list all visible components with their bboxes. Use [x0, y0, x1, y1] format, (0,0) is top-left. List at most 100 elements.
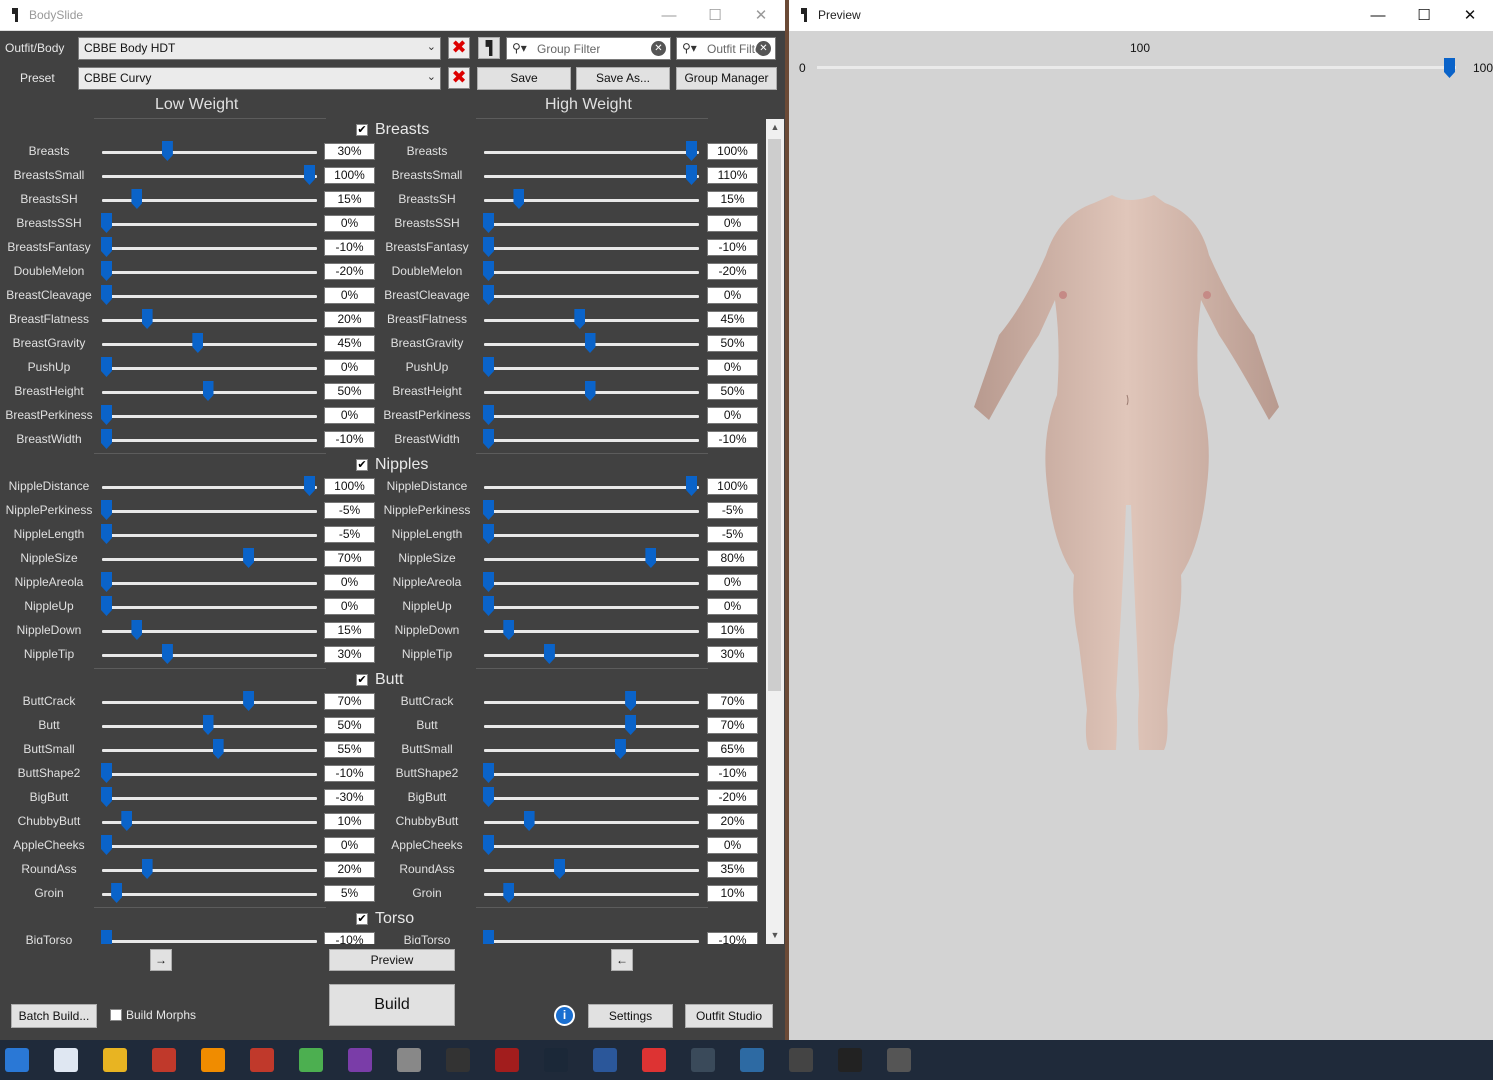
- slider-value-high[interactable]: -10%: [707, 431, 758, 448]
- slider-track-low[interactable]: [102, 247, 317, 250]
- slider-track-low[interactable]: [102, 654, 317, 657]
- slider-track-high[interactable]: [484, 845, 699, 848]
- slider-value-low[interactable]: 0%: [324, 407, 375, 424]
- slider-thumb-low[interactable]: [243, 548, 255, 568]
- slider-thumb-low[interactable]: [101, 405, 112, 425]
- wot-icon[interactable]: [789, 1048, 813, 1072]
- clear-icon[interactable]: ✕: [756, 41, 771, 56]
- slider-track-low[interactable]: [102, 295, 317, 298]
- slider-track-high[interactable]: [484, 415, 699, 418]
- slider-value-high[interactable]: -20%: [707, 263, 758, 280]
- slider-thumb-high[interactable]: [625, 715, 637, 735]
- slider-track-low[interactable]: [102, 940, 317, 943]
- slider-thumb-high[interactable]: [513, 189, 525, 209]
- settings-button[interactable]: Settings: [588, 1004, 673, 1028]
- slider-track-high[interactable]: [484, 749, 699, 752]
- slider-value-high[interactable]: 10%: [707, 622, 758, 639]
- outfit-select[interactable]: CBBE Body HDT ⌄: [78, 37, 441, 60]
- slider-track-high[interactable]: [484, 558, 699, 561]
- maximize-button[interactable]: ☐: [1401, 0, 1447, 31]
- slider-value-low[interactable]: 50%: [324, 383, 375, 400]
- slider-value-low[interactable]: 100%: [324, 478, 375, 495]
- slider-track-high[interactable]: [484, 295, 699, 298]
- slider-thumb-low[interactable]: [111, 883, 123, 903]
- slider-value-low[interactable]: 0%: [324, 287, 375, 304]
- maximize-button[interactable]: ☐: [692, 0, 738, 31]
- slider-value-low[interactable]: -10%: [324, 239, 375, 256]
- slider-thumb-low[interactable]: [202, 381, 214, 401]
- slider-value-high[interactable]: 0%: [707, 359, 758, 376]
- app-icon[interactable]: [250, 1048, 274, 1072]
- slider-thumb-high[interactable]: [543, 644, 555, 664]
- slider-value-high[interactable]: -5%: [707, 526, 758, 543]
- slider-track-high[interactable]: [484, 319, 699, 322]
- slider-value-low[interactable]: 50%: [324, 717, 375, 734]
- slider-thumb-high[interactable]: [503, 883, 515, 903]
- slider-track-low[interactable]: [102, 893, 317, 896]
- slider-thumb-high[interactable]: [483, 429, 494, 449]
- slider-track-high[interactable]: [484, 367, 699, 370]
- file-explorer-icon[interactable]: [103, 1048, 127, 1072]
- slider-track-low[interactable]: [102, 510, 317, 513]
- slider-value-low[interactable]: -10%: [324, 932, 375, 944]
- slider-track-high[interactable]: [484, 223, 699, 226]
- vlc-icon[interactable]: [201, 1048, 225, 1072]
- slider-thumb-low[interactable]: [141, 859, 153, 879]
- slider-thumb-high[interactable]: [686, 141, 697, 161]
- slider-thumb-low[interactable]: [192, 333, 204, 353]
- slider-thumb-low[interactable]: [101, 524, 112, 544]
- slider-track-low[interactable]: [102, 343, 317, 346]
- slider-value-low[interactable]: -5%: [324, 526, 375, 543]
- slider-thumb-high[interactable]: [483, 261, 494, 281]
- slider-track-high[interactable]: [484, 725, 699, 728]
- slider-value-high[interactable]: 50%: [707, 383, 758, 400]
- slider-thumb-high[interactable]: [614, 739, 626, 759]
- slider-value-low[interactable]: 30%: [324, 143, 375, 160]
- explorer-icon[interactable]: [5, 1048, 29, 1072]
- scrollbar-thumb[interactable]: [768, 139, 781, 691]
- slider-thumb-low[interactable]: [304, 476, 315, 496]
- slider-track-high[interactable]: [484, 151, 699, 154]
- slider-value-low[interactable]: 70%: [324, 693, 375, 710]
- slider-thumb-low[interactable]: [121, 811, 133, 831]
- weight-slider[interactable]: [817, 66, 1456, 69]
- slider-value-low[interactable]: -20%: [324, 263, 375, 280]
- section-checkbox[interactable]: ✔: [356, 459, 368, 471]
- slider-value-high[interactable]: 35%: [707, 861, 758, 878]
- slider-value-high[interactable]: 45%: [707, 311, 758, 328]
- slider-thumb-high[interactable]: [483, 213, 494, 233]
- slider-track-high[interactable]: [484, 510, 699, 513]
- slider-thumb-low[interactable]: [131, 620, 143, 640]
- slider-track-low[interactable]: [102, 319, 317, 322]
- slider-thumb-low[interactable]: [101, 835, 112, 855]
- slider-track-low[interactable]: [102, 869, 317, 872]
- slider-thumb-high[interactable]: [686, 476, 697, 496]
- slider-value-low[interactable]: -10%: [324, 431, 375, 448]
- slider-thumb-high[interactable]: [645, 548, 657, 568]
- close-button[interactable]: ✕: [1447, 0, 1493, 31]
- slider-value-high[interactable]: 15%: [707, 191, 758, 208]
- slider-track-low[interactable]: [102, 415, 317, 418]
- slider-value-high[interactable]: 0%: [707, 574, 758, 591]
- slider-value-low[interactable]: -30%: [324, 789, 375, 806]
- slider-track-low[interactable]: [102, 367, 317, 370]
- slider-thumb-high[interactable]: [483, 524, 494, 544]
- outfit-studio-button[interactable]: Outfit Studio: [685, 1004, 773, 1028]
- slider-track-high[interactable]: [484, 486, 699, 489]
- slider-value-low[interactable]: 15%: [324, 622, 375, 639]
- slider-track-high[interactable]: [484, 630, 699, 633]
- delete-preset-button[interactable]: ✖: [448, 67, 470, 89]
- slider-thumb-low[interactable]: [101, 213, 112, 233]
- steam-icon[interactable]: [544, 1048, 568, 1072]
- bodyslide-icon[interactable]: [887, 1048, 911, 1072]
- slider-track-high[interactable]: [484, 439, 699, 442]
- slider-track-low[interactable]: [102, 749, 317, 752]
- clock-tool-icon[interactable]: [397, 1048, 421, 1072]
- slider-thumb-high[interactable]: [483, 357, 494, 377]
- slider-thumb-low[interactable]: [101, 261, 112, 281]
- assassin-icon[interactable]: [446, 1048, 470, 1072]
- slider-track-high[interactable]: [484, 247, 699, 250]
- slider-thumb-low[interactable]: [131, 189, 143, 209]
- slider-thumb-high[interactable]: [483, 930, 494, 944]
- slider-value-low[interactable]: 20%: [324, 861, 375, 878]
